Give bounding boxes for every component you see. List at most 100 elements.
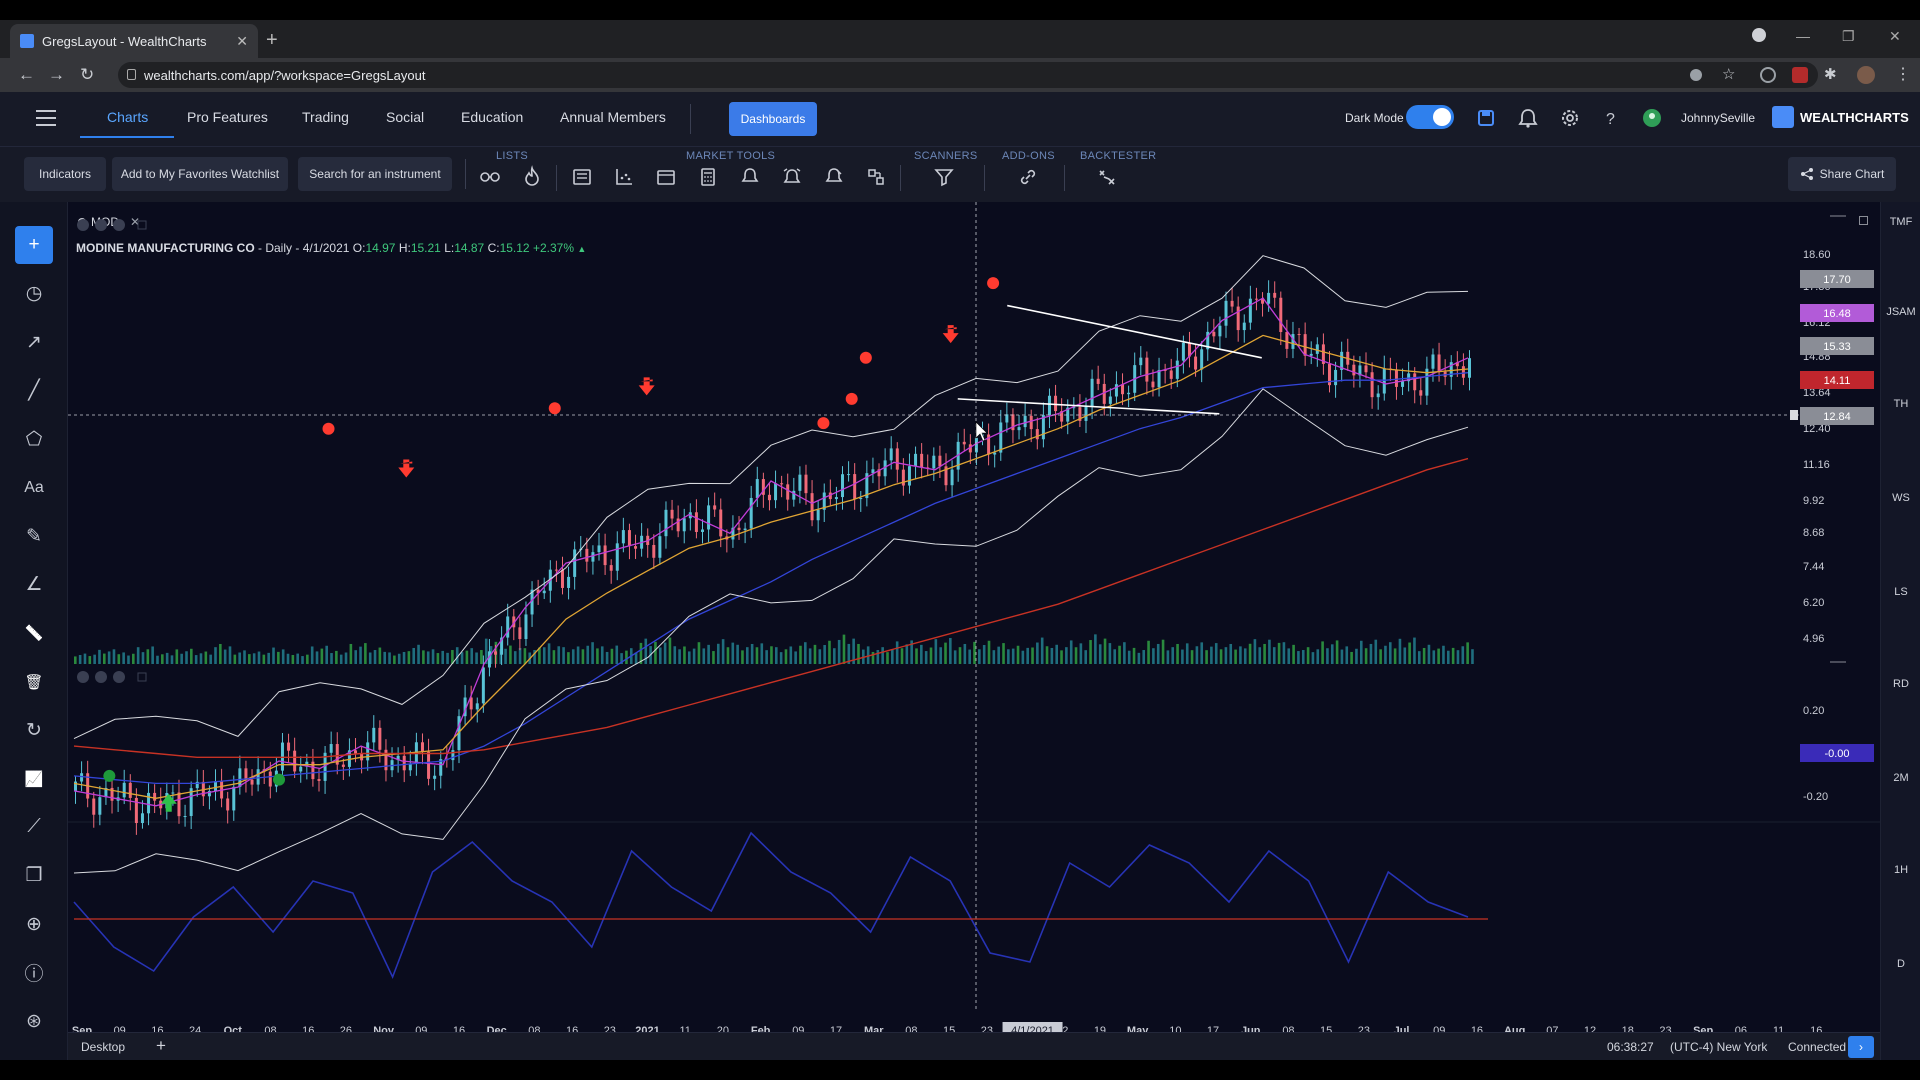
trash-icon[interactable]: 🗑 (15, 663, 53, 701)
info-icon[interactable]: ⓘ (15, 954, 53, 992)
timeframe-ws[interactable]: WS (1881, 492, 1920, 504)
text-icon[interactable]: Aa (15, 469, 53, 507)
pane-control-icon[interactable] (95, 671, 107, 683)
nodes-icon[interactable]: ⟋ (15, 808, 53, 846)
new-tab-icon[interactable]: + (266, 30, 278, 50)
ublock-icon[interactable] (1792, 67, 1808, 83)
trend-icon[interactable]: ↗ (15, 323, 53, 361)
timeframe-d[interactable]: D (1881, 958, 1920, 970)
timeframe-ls[interactable]: LS (1881, 586, 1920, 598)
pane-control-icon[interactable] (95, 219, 107, 231)
timeframe-jsam[interactable]: JSAM (1881, 306, 1920, 318)
triangle-lower-trendline[interactable] (957, 398, 1220, 415)
puzzle-icon[interactable]: ✱ (1824, 65, 1837, 83)
timeframe-rd[interactable]: RD (1881, 678, 1920, 690)
candle-body (1047, 395, 1051, 416)
pane-control-icon[interactable] (77, 671, 89, 683)
gear-icon[interactable] (1559, 107, 1581, 129)
share-chart-button[interactable]: Share Chart (1788, 157, 1896, 191)
bookmark-star-icon[interactable]: ☆ (1722, 65, 1735, 83)
address-bar[interactable]: wealthcharts.com/app/?workspace=GregsLay… (118, 62, 1818, 88)
close-window-icon[interactable]: ✕ (1889, 28, 1901, 45)
dashboards-button[interactable]: Dashboards (729, 102, 817, 136)
nav-pro-features[interactable]: Pro Features (187, 109, 268, 125)
pane-control-icon[interactable] (77, 219, 89, 231)
volume-bar (1079, 643, 1083, 664)
refresh-icon[interactable]: ↻ (15, 711, 53, 749)
timezone[interactable]: (UTC-4) New York (1670, 1040, 1767, 1054)
scatter-chart-icon[interactable] (612, 165, 636, 189)
globe-icon[interactable]: ⊛ (15, 1002, 53, 1040)
back-icon[interactable]: ← (18, 65, 35, 85)
save-icon[interactable] (1475, 107, 1497, 129)
chart-panel[interactable]: MOD ✕ MODINE MANUFACTURING CO - Daily - … (68, 202, 1880, 1032)
calculator-icon[interactable] (696, 165, 720, 189)
pencil-icon[interactable]: ✎ (15, 517, 53, 555)
calendar-icon[interactable] (654, 165, 678, 189)
pane-control-icon[interactable] (113, 219, 125, 231)
key-icon[interactable] (1690, 69, 1702, 81)
filter-icon[interactable] (932, 165, 956, 189)
username[interactable]: JohnnySeville (1681, 111, 1755, 125)
timeframe-th[interactable]: TH (1881, 398, 1920, 410)
newspaper-icon[interactable] (570, 165, 594, 189)
volume-bar (1214, 643, 1218, 664)
clock-icon[interactable]: ◷ (15, 275, 53, 313)
alert-bell-icon[interactable] (738, 165, 762, 189)
crosshair-add-icon[interactable] (1790, 410, 1798, 420)
workspace-tab[interactable]: Desktop (81, 1040, 125, 1054)
chart-line-icon[interactable]: 📈 (15, 760, 53, 798)
user-status-icon[interactable] (1641, 107, 1663, 129)
indicators-button[interactable]: Indicators (24, 157, 106, 191)
shapes-icon[interactable]: ⬠ (15, 420, 53, 458)
reload-icon[interactable]: ↻ (80, 65, 94, 85)
nav-social[interactable]: Social (386, 109, 424, 125)
extension-icon[interactable] (1760, 67, 1776, 83)
timeframe-tmf[interactable]: TMF (1881, 216, 1920, 228)
search-instrument-button[interactable]: Search for an instrument (298, 157, 452, 191)
nav-trading[interactable]: Trading (302, 109, 349, 125)
crosshair-icon[interactable]: ⊕ (15, 905, 53, 943)
nav-education[interactable]: Education (461, 109, 523, 125)
ruler-icon[interactable]: 📏 (15, 614, 53, 652)
add-workspace-icon[interactable]: + (156, 1036, 166, 1056)
share-icon (1800, 168, 1813, 180)
profile-circle-icon[interactable] (1752, 28, 1766, 42)
add-favorites-button[interactable]: Add to My Favorites Watchlist (112, 157, 288, 191)
minimize-icon[interactable]: — (1796, 28, 1810, 44)
hamburger-menu-icon[interactable] (36, 110, 56, 131)
alarm-icon[interactable] (780, 165, 804, 189)
glasses-icon[interactable] (478, 165, 502, 189)
bell-icon[interactable] (1517, 107, 1539, 129)
browser-tab[interactable]: GregsLayout - WealthCharts ✕ (10, 24, 258, 58)
pane-settings-icon[interactable] (137, 220, 147, 230)
help-icon[interactable]: ? (1601, 107, 1623, 129)
price-chart[interactable]: 18.6017.3616.1214.8813.6412.4011.169.928… (68, 202, 1880, 1032)
nav-annual-members[interactable]: Annual Members (560, 109, 666, 125)
backtest-icon[interactable] (1095, 165, 1119, 189)
volume-bar (383, 651, 387, 664)
grid-share-icon[interactable] (864, 165, 888, 189)
link-icon[interactable] (1016, 165, 1040, 189)
timeframe-1h[interactable]: 1H (1881, 864, 1920, 876)
layers-icon[interactable]: ❐ (15, 857, 53, 895)
nav-charts[interactable]: Charts (107, 109, 148, 125)
pane-control-icon[interactable] (113, 671, 125, 683)
line-icon[interactable]: ╱ (15, 372, 53, 410)
forward-icon[interactable]: → (48, 65, 65, 85)
volume-bar (272, 647, 275, 664)
pencil-icon-glyph: ✎ (26, 525, 42, 547)
flame-icon[interactable] (520, 165, 544, 189)
triangle-upper-trendline[interactable] (1007, 304, 1262, 359)
angle-icon[interactable]: ∠ (15, 566, 53, 604)
bell-off-icon[interactable] (822, 165, 846, 189)
close-tab-icon[interactable]: ✕ (236, 33, 248, 50)
kebab-menu-icon[interactable]: ⋮ (1895, 64, 1911, 84)
pane-settings-icon[interactable] (137, 672, 147, 682)
account-avatar-icon[interactable] (1857, 66, 1875, 84)
dark-mode-toggle[interactable] (1406, 105, 1454, 129)
restore-icon[interactable]: ❐ (1842, 28, 1855, 45)
plus-icon[interactable]: + (15, 226, 53, 264)
expand-panel-button[interactable]: › (1848, 1036, 1874, 1058)
timeframe-2m[interactable]: 2M (1881, 772, 1920, 784)
